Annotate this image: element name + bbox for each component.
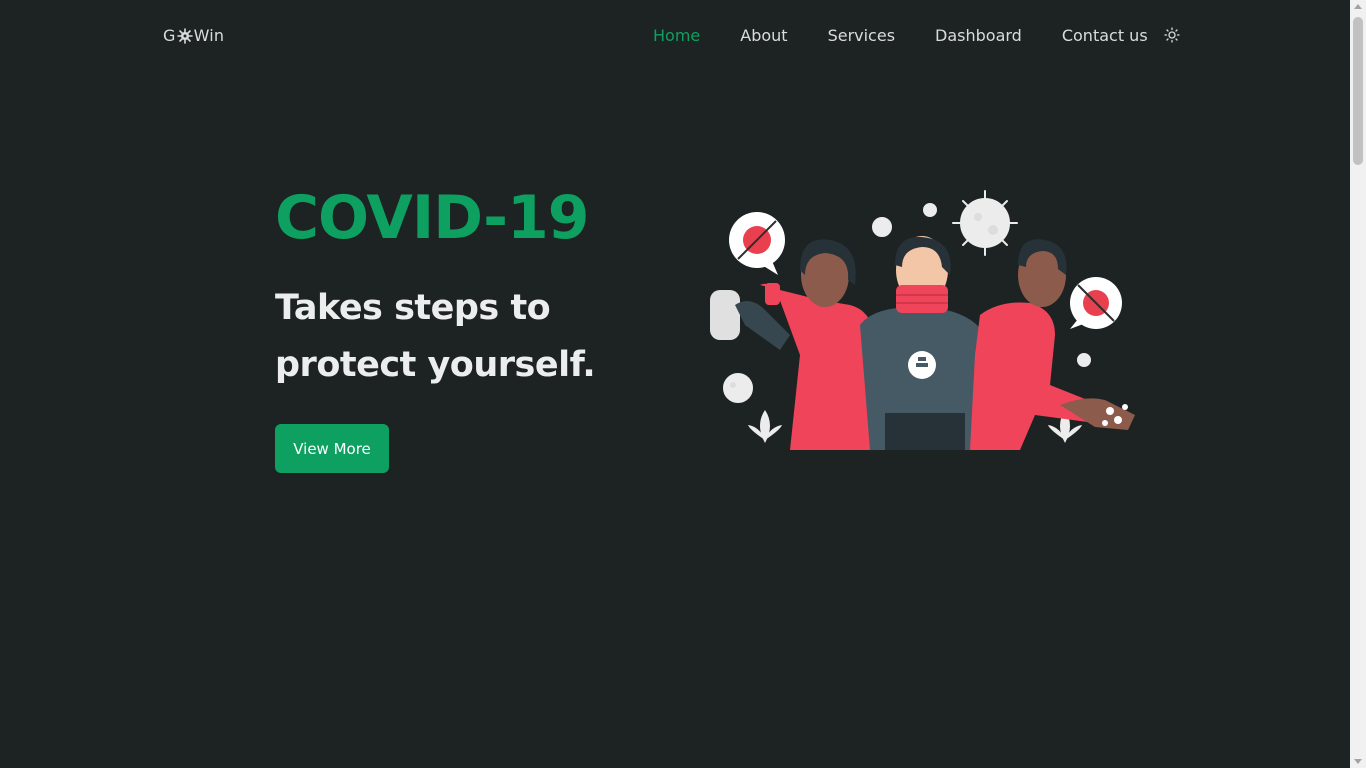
vertical-scrollbar[interactable] [1350,0,1366,768]
virus-icon [176,27,193,44]
logo-prefix: G [163,26,176,45]
logo-suffix: Win [193,26,225,45]
nav-about[interactable]: About [740,26,787,46]
nav-dashboard[interactable]: Dashboard [935,26,1022,46]
sun-icon[interactable] [1164,27,1180,43]
scroll-down-arrow-icon[interactable] [1354,759,1362,764]
nav-home[interactable]: Home [653,26,700,46]
hero-subtitle-line2: protect yourself. [275,345,596,385]
people-protecting-from-virus-illustration [710,190,1135,450]
hero-subtitle: Takes steps to protect yourself. [275,280,635,394]
logo[interactable]: G Win [163,26,224,45]
site-header: G Win Home About Services Dashboard Cont… [0,0,1350,72]
view-more-button[interactable]: View More [275,424,389,473]
nav-services[interactable]: Services [828,26,895,46]
scroll-up-arrow-icon[interactable] [1354,4,1362,9]
scrollbar-thumb[interactable] [1353,17,1363,165]
hero-title: COVID-19 [275,183,590,253]
main-nav: Home About Services Dashboard Contact us [653,26,1180,46]
nav-contact-us[interactable]: Contact us [1062,26,1148,46]
hero-subtitle-line1: Takes steps to [275,288,551,328]
